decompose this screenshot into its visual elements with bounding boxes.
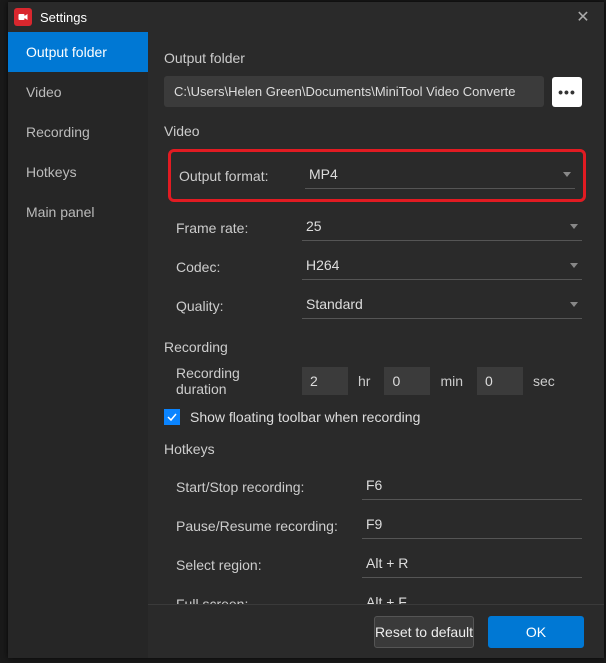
hotkey-fullscreen-input[interactable] — [362, 590, 582, 604]
chevron-down-icon — [570, 302, 578, 307]
codec-dropdown[interactable]: H264 — [302, 253, 582, 280]
window-title: Settings — [40, 10, 568, 25]
section-heading-hotkeys: Hotkeys — [164, 441, 582, 457]
chevron-down-icon — [563, 172, 571, 177]
sidebar-item-recording[interactable]: Recording — [8, 112, 148, 152]
browse-button[interactable]: ••• — [552, 77, 582, 107]
check-icon — [166, 411, 178, 423]
frame-rate-label: Frame rate: — [176, 220, 302, 236]
app-icon — [14, 8, 32, 26]
output-folder-row: ••• — [164, 76, 582, 107]
duration-sec-input[interactable] — [477, 367, 523, 395]
quality-value: Standard — [306, 296, 363, 312]
body: Output folder Video Recording Hotkeys Ma… — [8, 32, 604, 658]
codec-label: Codec: — [176, 259, 302, 275]
hotkey-startstop-input[interactable] — [362, 473, 582, 500]
output-format-label: Output format: — [179, 168, 305, 184]
frame-rate-value: 25 — [306, 218, 322, 234]
hotkey-pauseresume-label: Pause/Resume recording: — [176, 518, 362, 534]
floating-toolbar-label: Show floating toolbar when recording — [190, 409, 420, 425]
ok-button[interactable]: OK — [488, 616, 584, 648]
ellipsis-icon: ••• — [558, 84, 576, 100]
close-icon: ✕ — [576, 7, 589, 27]
output-format-value: MP4 — [309, 166, 338, 182]
main: Output folder ••• Video Output format: M… — [148, 32, 604, 658]
recording-duration-label: Recording duration — [176, 365, 294, 397]
quality-dropdown[interactable]: Standard — [302, 292, 582, 319]
settings-window: Settings ✕ Output folder Video Recording… — [8, 2, 604, 658]
sidebar-item-label: Video — [26, 84, 62, 100]
hotkey-fullscreen-label: Full screen: — [176, 596, 362, 605]
sidebar-item-label: Output folder — [26, 44, 107, 60]
reset-to-default-button[interactable]: Reset to default — [374, 616, 474, 648]
hotkey-pauseresume-input[interactable] — [362, 512, 582, 539]
codec-value: H264 — [306, 257, 339, 273]
frame-rate-dropdown[interactable]: 25 — [302, 214, 582, 241]
min-unit: min — [440, 373, 463, 389]
section-heading-video: Video — [164, 123, 582, 139]
titlebar: Settings ✕ — [8, 2, 604, 32]
section-heading-recording: Recording — [164, 339, 582, 355]
sidebar-item-label: Recording — [26, 124, 90, 140]
sidebar-item-video[interactable]: Video — [8, 72, 148, 112]
hotkey-startstop-label: Start/Stop recording: — [176, 479, 362, 495]
sidebar-item-hotkeys[interactable]: Hotkeys — [8, 152, 148, 192]
sidebar-item-output-folder[interactable]: Output folder — [8, 32, 148, 72]
duration-hr-input[interactable] — [302, 367, 348, 395]
highlight-output-format: Output format: MP4 — [168, 149, 586, 202]
quality-label: Quality: — [176, 298, 302, 314]
sidebar-item-label: Main panel — [26, 204, 95, 220]
content: Output folder ••• Video Output format: M… — [148, 32, 604, 604]
footer: Reset to default OK — [148, 604, 604, 658]
sidebar-item-label: Hotkeys — [26, 164, 77, 180]
chevron-down-icon — [570, 263, 578, 268]
duration-min-input[interactable] — [384, 367, 430, 395]
close-button[interactable]: ✕ — [568, 2, 598, 32]
sec-unit: sec — [533, 373, 555, 389]
hr-unit: hr — [358, 373, 370, 389]
recording-duration-row: Recording duration hr min sec — [176, 365, 582, 397]
chevron-down-icon — [570, 224, 578, 229]
sidebar-item-main-panel[interactable]: Main panel — [8, 192, 148, 232]
section-heading-output-folder: Output folder — [164, 50, 582, 66]
hotkey-selectregion-input[interactable] — [362, 551, 582, 578]
output-folder-input[interactable] — [164, 76, 544, 107]
sidebar: Output folder Video Recording Hotkeys Ma… — [8, 32, 148, 658]
hotkey-selectregion-label: Select region: — [176, 557, 362, 573]
output-format-dropdown[interactable]: MP4 — [305, 162, 575, 189]
floating-toolbar-row: Show floating toolbar when recording — [164, 409, 582, 425]
floating-toolbar-checkbox[interactable] — [164, 409, 180, 425]
